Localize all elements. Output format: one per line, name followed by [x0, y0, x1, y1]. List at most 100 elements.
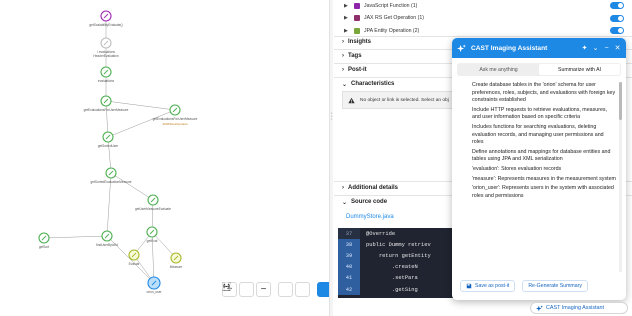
graph-node-label: getUserMeasureEvaluate: [135, 207, 171, 211]
graph-node-label: getSortedUser: [98, 144, 119, 148]
summary-bullet: Includes functions for searching evaluat…: [472, 124, 616, 147]
code-line: 42 .getSing: [338, 283, 458, 296]
panel-splitter[interactable]: [329, 0, 333, 316]
summary-bullet: Create database tables in the 'orion' sc…: [472, 82, 616, 105]
imaging-viewer: getScalabilityEvaluate() / evaluations Hea…: [0, 0, 632, 316]
fit-view-button[interactable]: [222, 282, 254, 297]
line-number: 38: [338, 239, 360, 251]
code-line: 37 @Override: [338, 228, 458, 240]
section-label: Characteristics: [351, 81, 395, 87]
graph-node-label: getEvaluationsForUserMeasure: [84, 108, 129, 112]
chevron-right-icon: ›: [342, 53, 344, 59]
sparkle-icon: [457, 43, 466, 52]
graph-node-label: getEvaluationsForUserMeasure: [153, 117, 198, 121]
legend-label: JPA Entity Operation (2): [364, 27, 420, 34]
assistant-header[interactable]: CAST Imaging Assistant ✦ ⌄ − ✕: [452, 38, 626, 58]
line-number: 37: [338, 228, 360, 240]
graph-node[interactable]: getEval: [146, 226, 158, 243]
graph-node-label: findUserById/Id: [96, 243, 118, 247]
code-text: .getSing: [366, 286, 418, 293]
graph-node[interactable]: Evaluat: [128, 249, 140, 266]
graph-node[interactable]: findUserById/Id: [96, 230, 118, 247]
graph-node-label: evaluations: [98, 79, 115, 83]
section-label: Insights: [348, 39, 372, 45]
code-line: 39 return getEntity: [338, 250, 458, 262]
graph-toolbar: + −: [222, 282, 332, 298]
graph-node[interactable]: getSortedEvaluationMeasure: [90, 167, 132, 184]
line-number: 39: [338, 250, 360, 262]
redo-button[interactable]: [222, 282, 310, 297]
ai-magic-icon[interactable]: ✦: [579, 43, 590, 54]
regenerate-label: Re-Generate Summary: [528, 283, 582, 289]
graph-node[interactable]: getSortedUser: [98, 131, 119, 148]
graph-node-label: Measure: [170, 265, 183, 269]
legend-row[interactable]: ▶ JPA Entity Operation (2): [344, 26, 624, 35]
sparkle-icon: [536, 304, 543, 311]
chevron-right-icon: ›: [342, 67, 344, 73]
assistant-launcher-button[interactable]: CAST Imaging Assistant: [530, 302, 628, 314]
graph-node[interactable]: getEvaluationsForUserMeasure: [84, 95, 129, 112]
legend-row[interactable]: ▶ JAX RS Get Operation (1): [344, 14, 624, 23]
zoom-out-button[interactable]: −: [256, 282, 271, 297]
legend-toggle[interactable]: [610, 27, 624, 34]
save-icon: [466, 283, 472, 289]
chevron-right-icon: ›: [342, 39, 344, 45]
chevron-down-icon[interactable]: ⌄: [590, 43, 601, 54]
graph-node-type: JAXRSGetOperation: [162, 122, 188, 126]
caret-right-icon[interactable]: ▶: [344, 28, 350, 34]
graph-node[interactable]: evaluations: [98, 66, 115, 83]
legend-swatch: [354, 27, 360, 34]
graph-node[interactable]: Measure: [170, 252, 183, 269]
graph-node-label: getSortedEvaluationMeasure: [90, 180, 131, 184]
graph-node[interactable]: orion_user: [146, 276, 162, 294]
summary-bullet: 'measure': Represents measures in the me…: [472, 176, 616, 184]
section-label: Source code: [351, 199, 388, 205]
chevron-down-icon: ⌄: [342, 81, 348, 88]
dependency-graph[interactable]: getScalabilityEvaluate() / evaluations Hea…: [0, 0, 332, 316]
graph-node-label: getScalabilityEvaluate(): [89, 23, 122, 27]
assistant-tabs: Ask me anything Summarize with AI: [457, 63, 621, 76]
close-icon[interactable]: ✕: [612, 43, 623, 54]
tab-summarize[interactable]: Summarize with AI: [539, 64, 620, 75]
legend-label: JAX RS Get Operation (1): [364, 15, 424, 21]
graph-node[interactable]: getUserMeasureEvaluate: [135, 194, 171, 211]
undo-button[interactable]: [222, 282, 293, 297]
code-viewer[interactable]: 37 @Override 38 public Dummy retriev 39 retu…: [338, 228, 458, 298]
zoom-out-icon: −: [260, 283, 267, 295]
code-text: return getEntity: [366, 252, 431, 259]
graph-node[interactable]: getScalabilityEvaluate(): [89, 10, 123, 27]
legend-label: JavaScript Function (1): [364, 2, 418, 9]
code-text: .setPara: [366, 275, 418, 282]
summary-scrollbar[interactable]: [619, 82, 622, 272]
minimize-icon[interactable]: −: [601, 43, 612, 54]
tab-ask[interactable]: Ask me anything: [458, 64, 539, 75]
line-number: 41: [338, 272, 360, 284]
legend-swatch: [354, 2, 360, 9]
caret-right-icon[interactable]: ▶: [344, 3, 350, 9]
code-line: 41 .setPara: [338, 272, 458, 284]
graph-svg[interactable]: getScalabilityEvaluate() / evaluationsHea…: [0, 0, 330, 316]
source-file-link[interactable]: DummyStore.java: [346, 214, 394, 220]
legend-toggle[interactable]: [610, 14, 624, 22]
legend-toggle[interactable]: [610, 2, 624, 9]
graph-node[interactable]: / evaluations: [97, 37, 115, 54]
graph-node-label: orion_user: [146, 290, 162, 294]
warning-icon: [348, 97, 355, 103]
summary-bullet: Define annotations and mappings for data…: [472, 149, 616, 164]
section-label: Tags: [348, 53, 362, 59]
caret-right-icon[interactable]: ▶: [344, 15, 350, 21]
save-postit-label: Save as post-it: [475, 283, 510, 289]
graph-node-label: getEval: [147, 239, 158, 243]
no-selection-notice: No object or link is selected. Select an…: [342, 91, 462, 109]
regenerate-summary-button[interactable]: Re-Generate Summary: [522, 280, 588, 292]
scrollbar-thumb[interactable]: [619, 82, 622, 120]
assistant-actions: Save as post-it Re-Generate Summary: [460, 280, 620, 292]
summary-bullet: 'orion_user': Represents users in the sy…: [472, 185, 616, 200]
save-postit-button[interactable]: Save as post-it: [460, 280, 516, 292]
graph-node[interactable]: getSort: [38, 232, 50, 249]
layout-icon: [222, 282, 231, 291]
graph-node-label: getSort: [39, 245, 49, 249]
graph-node-label: Evaluat: [129, 262, 140, 266]
legend-row[interactable]: ▶ JavaScript Function (1): [344, 1, 624, 10]
drag-handle-icon[interactable]: · · ·: [330, 110, 333, 123]
